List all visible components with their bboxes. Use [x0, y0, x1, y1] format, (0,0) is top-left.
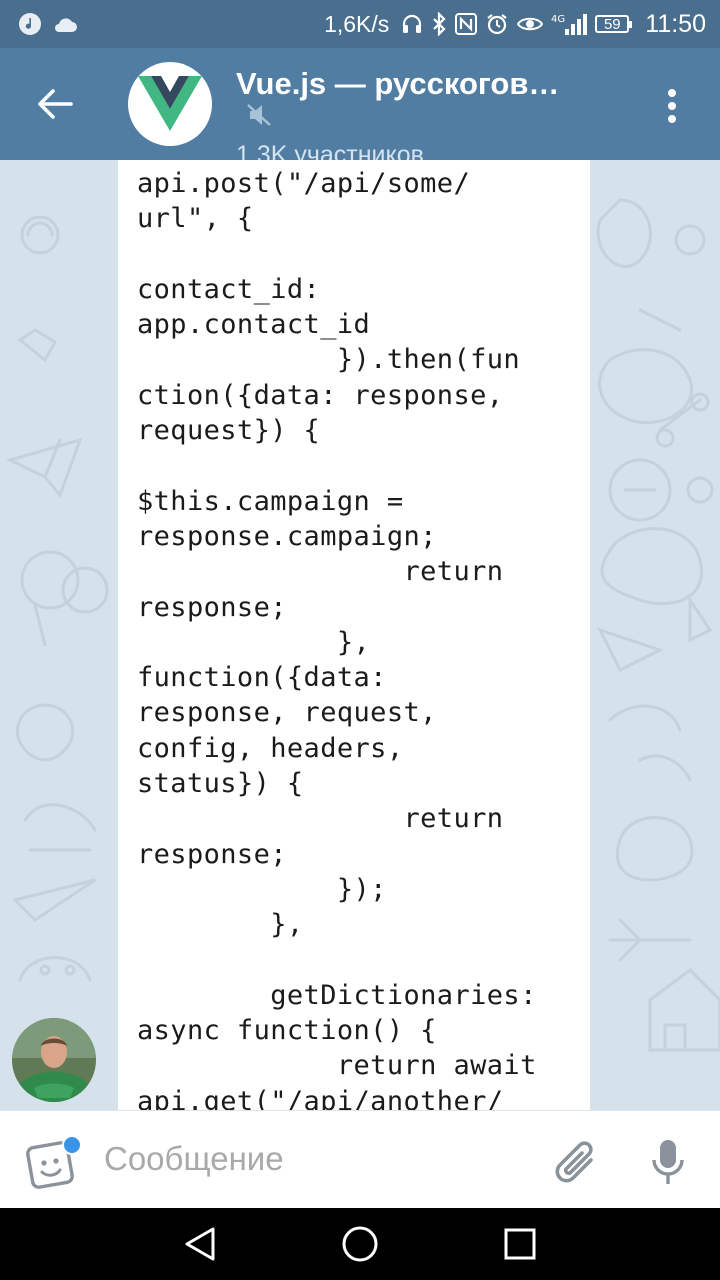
music-notification-icon: [18, 12, 42, 36]
network-speed: 1,6K/s: [324, 10, 390, 37]
more-vertical-icon: [668, 89, 676, 123]
chat-title-block[interactable]: Vue.js — русскогов… 1.3K участников: [236, 66, 616, 170]
system-navigation-bar: [0, 1208, 720, 1280]
circle-home-icon: [342, 1226, 378, 1262]
vue-logo-icon: [138, 76, 202, 131]
voice-record-button[interactable]: [640, 1133, 696, 1193]
sticker-button[interactable]: [26, 1135, 84, 1191]
arrow-left-icon: [38, 89, 73, 119]
status-bar: 1,6K/s 4G 59 11:50: [0, 0, 720, 48]
message-composer: [0, 1110, 720, 1208]
nfc-icon: [455, 13, 478, 35]
clock: 11:50: [645, 9, 706, 38]
microphone-icon: [652, 1140, 684, 1184]
svg-text:4G: 4G: [551, 14, 565, 25]
square-recents-icon: [504, 1228, 536, 1260]
sticker-icon: [26, 1135, 82, 1189]
nav-home-button[interactable]: [330, 1222, 390, 1266]
more-menu-button[interactable]: [650, 78, 694, 134]
bluetooth-icon: [431, 12, 447, 36]
triangle-back-icon: [185, 1227, 215, 1261]
sender-avatar[interactable]: [12, 1018, 96, 1102]
code-block: api.post("/api/some/ url", { contact_id:…: [137, 168, 537, 1110]
battery-indicator: 59: [595, 15, 633, 33]
eye-icon: [517, 14, 544, 34]
person-photo: [12, 1018, 96, 1102]
message-list[interactable]: api.post("/api/some/ url", { contact_id:…: [0, 160, 720, 1110]
group-avatar[interactable]: [128, 62, 212, 146]
muted-icon: [246, 102, 272, 133]
message-input[interactable]: [104, 1133, 524, 1185]
chat-title: Vue.js — русскогов…: [236, 66, 560, 101]
attach-button[interactable]: [548, 1135, 604, 1191]
alarm-icon: [485, 12, 509, 36]
paperclip-icon: [555, 1141, 593, 1183]
back-button[interactable]: [24, 76, 86, 132]
nav-recents-button[interactable]: [490, 1222, 550, 1266]
nav-back-button[interactable]: [170, 1222, 230, 1266]
cloud-icon: [52, 14, 78, 34]
message-bubble[interactable]: api.post("/api/some/ url", { contact_id:…: [118, 160, 590, 1110]
chat-header: Vue.js — русскогов… 1.3K участников: [0, 48, 720, 169]
signal-icon: 4G: [551, 12, 588, 36]
headset-icon: [401, 13, 423, 35]
